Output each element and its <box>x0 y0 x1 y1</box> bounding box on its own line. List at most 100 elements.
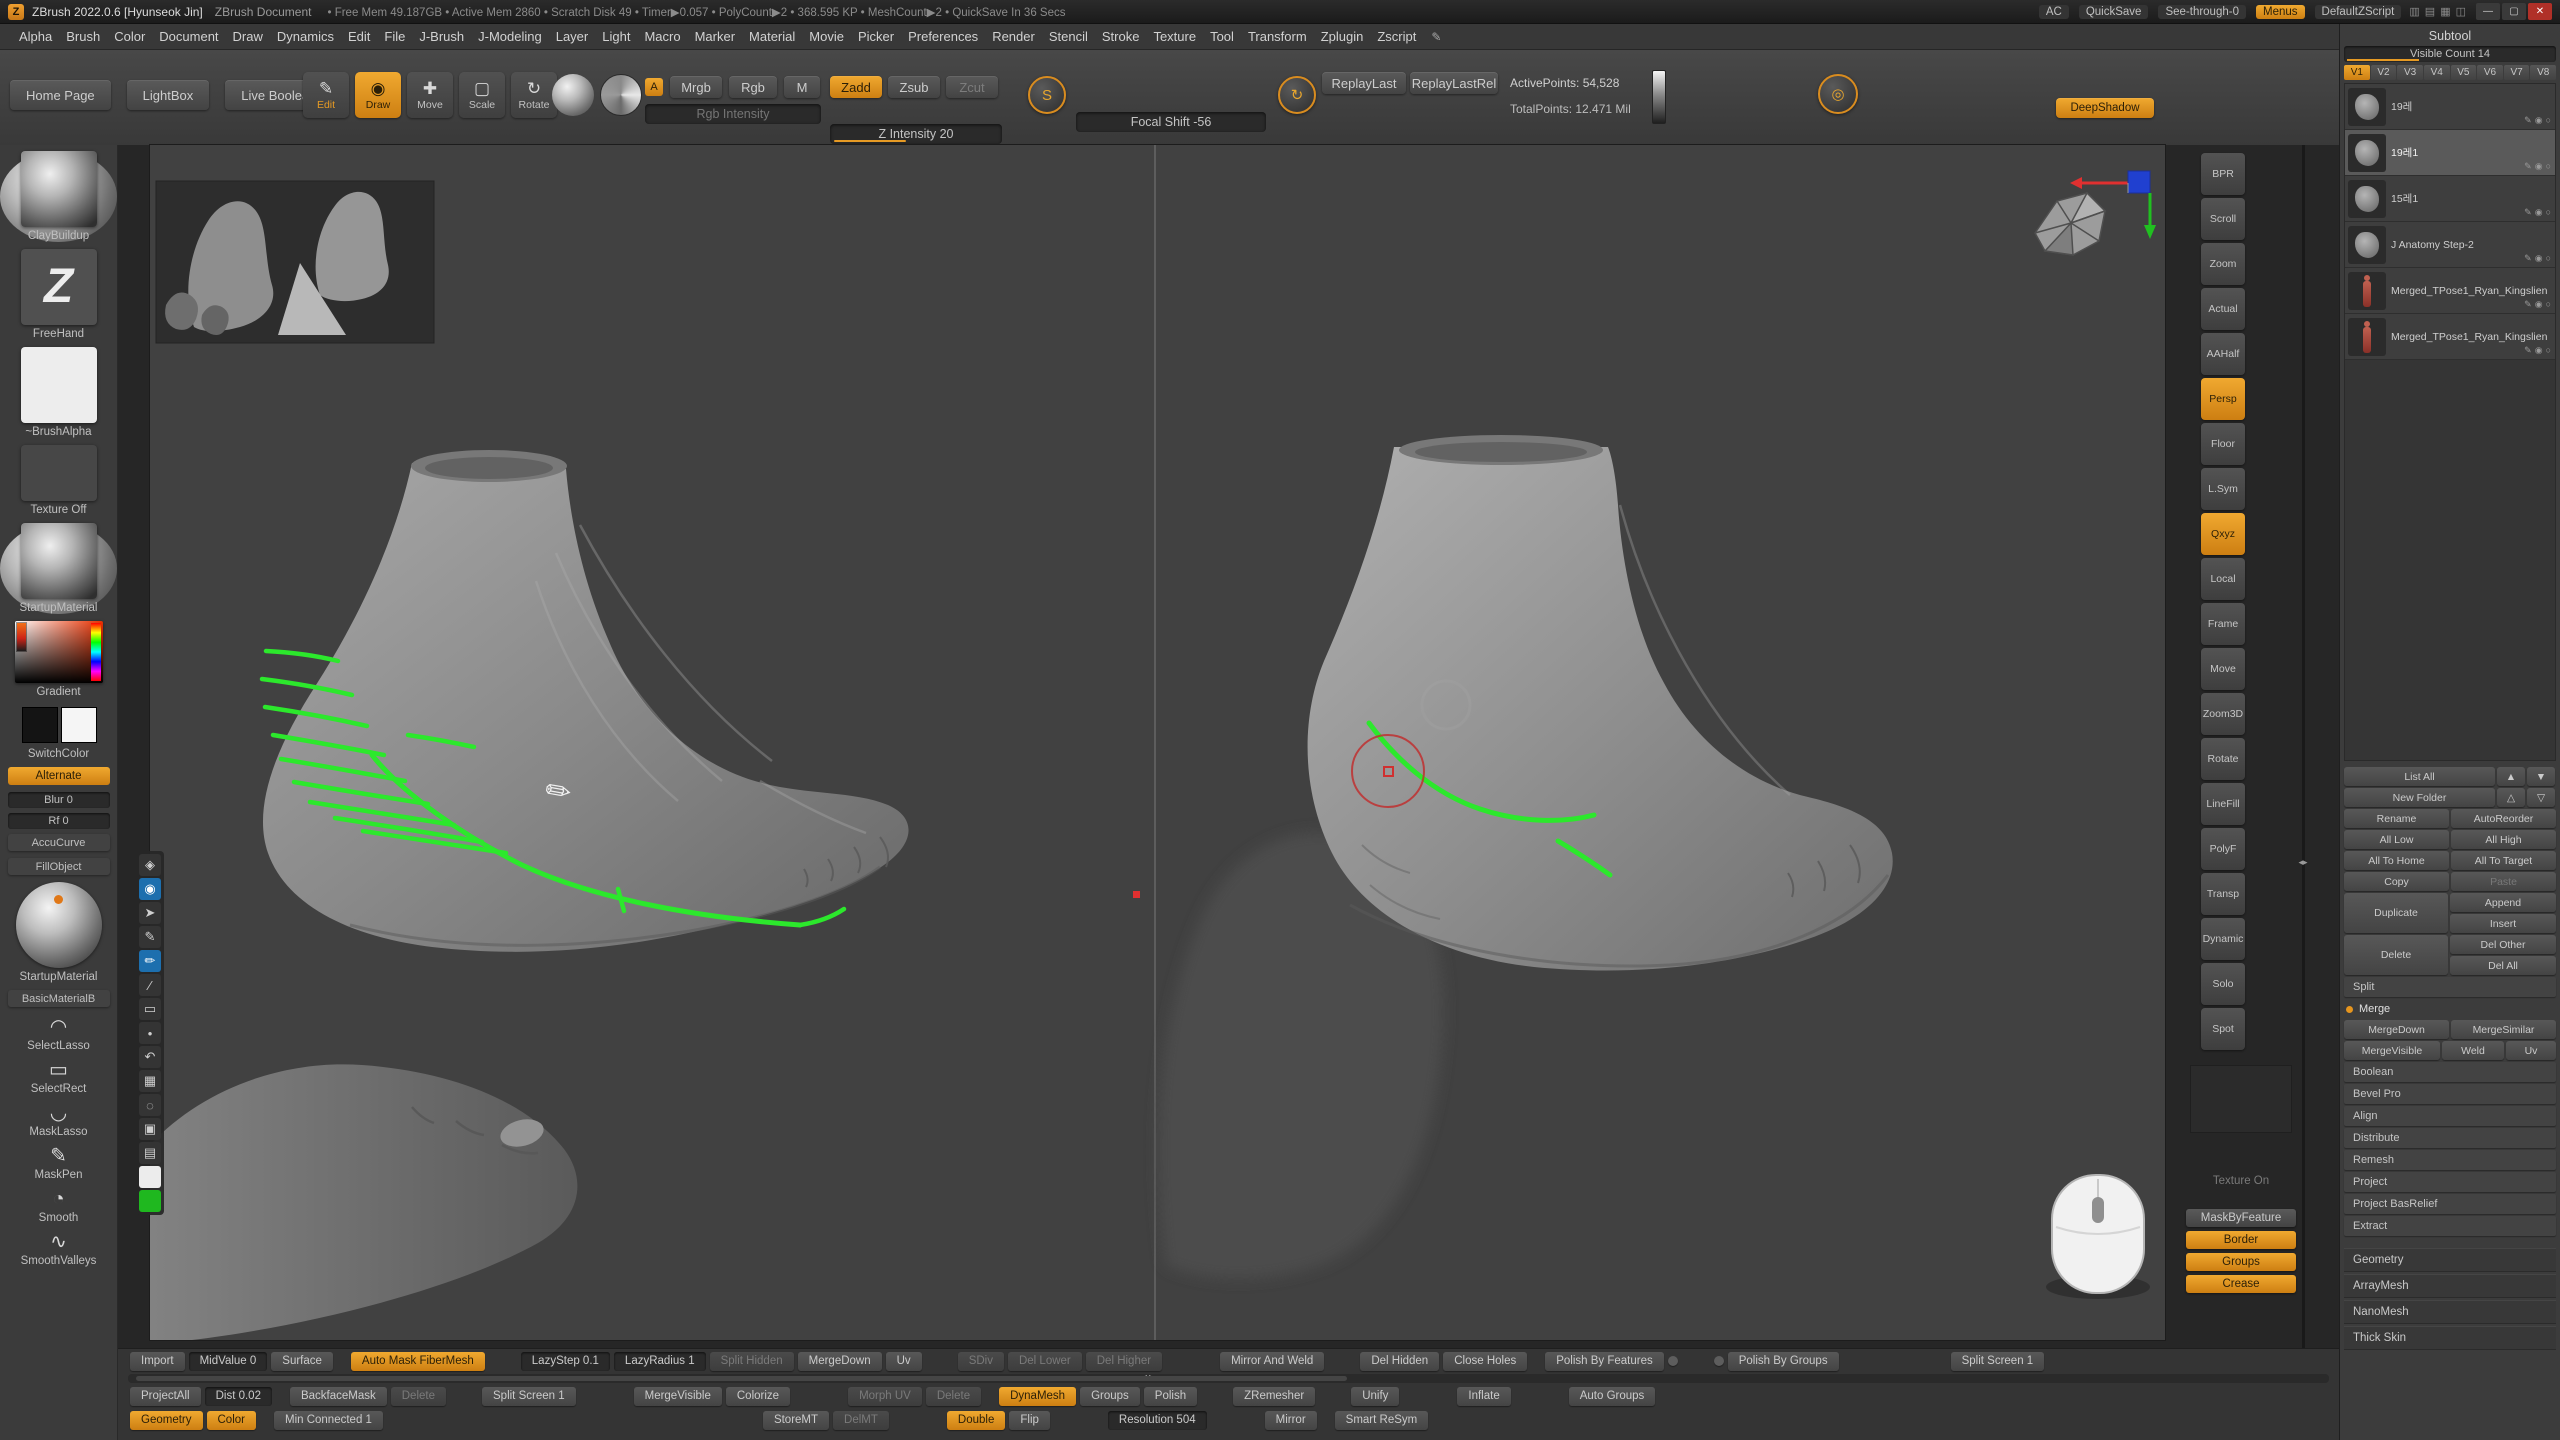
rgb-intensity-slider[interactable]: Rgb Intensity <box>645 104 821 124</box>
del-other-button[interactable]: Del Other <box>2450 935 2556 954</box>
panel-divider[interactable] <box>2302 145 2305 1348</box>
shelf-toggle-button[interactable]: Persp <box>2201 378 2245 420</box>
shelf-toggle-button[interactable]: Qxyz <box>2201 513 2245 555</box>
visibility-icon[interactable]: ◉ <box>2535 115 2543 126</box>
shelf-toggle-button[interactable]: Move <box>2201 648 2245 690</box>
merge-button[interactable]: MergeDown <box>2344 1020 2449 1039</box>
tray-item[interactable]: FillObject <box>0 858 117 875</box>
eye-tool[interactable]: ◉ <box>139 878 161 900</box>
bottom-button[interactable]: ProjectAll <box>130 1387 201 1406</box>
zsub-button[interactable]: Zsub <box>888 76 940 98</box>
merge-button[interactable]: Weld <box>2442 1041 2504 1060</box>
bottom-button[interactable]: Color <box>207 1411 256 1430</box>
menu-item[interactable]: Color <box>107 29 152 44</box>
menu-item[interactable]: Render <box>985 29 1042 44</box>
subtool-row[interactable]: 19레1 ✎ ◉ ○ <box>2345 130 2555 176</box>
tray-item[interactable]: ~BrushAlpha <box>0 347 117 438</box>
bottom-button[interactable]: Import <box>130 1352 185 1371</box>
transform-mode-button[interactable]: ✎ Edit <box>303 72 349 118</box>
subtool-view-tab[interactable]: V1 <box>2344 65 2370 80</box>
focal-shift-slider[interactable]: Focal Shift -56 <box>1076 112 1266 132</box>
tray-item[interactable]: StartupMaterial <box>0 882 117 983</box>
shelf-toggle-button[interactable]: AAHalf <box>2201 333 2245 375</box>
visibility-icon[interactable]: ◉ <box>2535 345 2543 356</box>
subtool-button[interactable]: ▲ <box>2497 767 2525 786</box>
sculpt-viewport[interactable]: ✎ <box>150 145 2165 1340</box>
merge-button[interactable]: Uv <box>2506 1041 2556 1060</box>
titlebar-chip[interactable]: QuickSave <box>2079 5 2149 19</box>
tray-item[interactable]: ◠ SelectLasso <box>0 1014 117 1052</box>
menu-item[interactable]: Draw <box>226 29 270 44</box>
transform-mode-button[interactable]: ✚ Move <box>407 72 453 118</box>
visible-count-slider[interactable]: Visible Count 14 <box>2344 46 2556 62</box>
bottom-button[interactable]: Groups <box>1080 1387 1140 1406</box>
visibility-icon[interactable]: ◉ <box>2535 253 2543 264</box>
polypaint-icon[interactable]: ○ <box>2546 299 2551 310</box>
bottom-button[interactable]: MidValue 0 <box>189 1352 268 1371</box>
subtool-button[interactable]: Rename <box>2344 809 2449 828</box>
shelf-toggle-button[interactable]: Scroll <box>2201 198 2245 240</box>
shelf-toggle-button[interactable]: Zoom <box>2201 243 2245 285</box>
subtool-view-tab[interactable]: V6 <box>2477 65 2503 80</box>
bottom-button[interactable]: Resolution 504 <box>1108 1411 1207 1430</box>
bottom-button[interactable]: SDiv <box>958 1352 1004 1371</box>
palette-header[interactable]: Geometry <box>2344 1248 2556 1272</box>
subtool-button[interactable]: Paste <box>2451 872 2556 891</box>
draw-size-gizmo-icon[interactable]: S <box>1028 76 1066 114</box>
palette-header[interactable]: Thick Skin <box>2344 1326 2556 1350</box>
polypaint-icon[interactable]: ○ <box>2546 115 2551 126</box>
polypaint-icon[interactable]: ○ <box>2546 161 2551 172</box>
palette-header[interactable]: NanoMesh <box>2344 1300 2556 1324</box>
menu-item[interactable]: Light <box>595 29 637 44</box>
shelf-nav-button[interactable]: Home Page <box>10 80 111 110</box>
replay-last-rel-button[interactable]: ReplayLastRel <box>1410 72 1498 94</box>
tool-section-header[interactable]: Project <box>2344 1172 2556 1192</box>
paint-icon[interactable]: ✎ <box>2524 253 2532 264</box>
shelf-toggle-button[interactable]: Local <box>2201 558 2245 600</box>
layout-icon[interactable]: ▥ <box>2409 5 2419 18</box>
bottom-button[interactable]: Dist 0.02 <box>205 1387 272 1406</box>
subtool-button[interactable]: Copy <box>2344 872 2449 891</box>
titlebar-chip[interactable]: See-through-0 <box>2158 5 2246 19</box>
tray-item[interactable]: Alternate <box>0 767 117 785</box>
chat-tool[interactable]: ◌ <box>139 1094 161 1116</box>
menu-item[interactable]: Movie <box>802 29 851 44</box>
subtool-view-tab[interactable]: V4 <box>2424 65 2450 80</box>
bottom-button[interactable]: MergeDown <box>798 1352 882 1371</box>
bottom-button[interactable]: Split Hidden <box>710 1352 794 1371</box>
menu-item[interactable]: Texture <box>1146 29 1203 44</box>
clipboard-tool[interactable]: ▤ <box>139 1142 161 1164</box>
maximize-button[interactable]: ▢ <box>2502 3 2526 20</box>
bottom-button[interactable]: Close Holes <box>1443 1352 1527 1371</box>
menu-item[interactable]: Stencil <box>1042 29 1095 44</box>
subtool-button[interactable]: New Folder <box>2344 788 2495 807</box>
subtool-button[interactable]: All High <box>2451 830 2556 849</box>
bottom-button[interactable]: Polish <box>1144 1387 1197 1406</box>
visibility-icon[interactable]: ◉ <box>2535 207 2543 218</box>
titlebar-chip[interactable]: AC <box>2039 5 2069 19</box>
rgb-button[interactable]: Rgb <box>729 76 777 98</box>
subtool-row[interactable]: Merged_TPose1_Ryan_Kingslien ✎ ◉ ○ <box>2345 314 2555 360</box>
shelf-toggle-button[interactable]: Floor <box>2201 423 2245 465</box>
bottom-button[interactable]: Morph UV <box>848 1387 922 1406</box>
bottom-button[interactable]: Del Lower <box>1008 1352 1082 1371</box>
bottom-button[interactable] <box>1714 1356 1724 1366</box>
divider-arrows-icon[interactable]: ◂▸ <box>2292 857 2314 867</box>
bottom-button[interactable]: Del Hidden <box>1360 1352 1439 1371</box>
subtool-view-tab[interactable]: V7 <box>2504 65 2530 80</box>
bottom-button[interactable]: Delete <box>926 1387 981 1406</box>
tray-item[interactable]: ◔ Smooth <box>0 1186 117 1224</box>
bottom-button[interactable]: BackfaceMask <box>290 1387 387 1406</box>
subtool-view-tab[interactable]: V5 <box>2451 65 2477 80</box>
undo-tool[interactable]: ↶ <box>139 1046 161 1068</box>
bottom-button[interactable]: LazyStep 0.1 <box>521 1352 610 1371</box>
subtool-view-tab[interactable]: V3 <box>2397 65 2423 80</box>
del-all-button[interactable]: Del All <box>2450 956 2556 975</box>
tool-section-header[interactable]: Boolean <box>2344 1062 2556 1082</box>
tray-item[interactable]: ∿ SmoothValleys <box>0 1229 117 1267</box>
tray-item[interactable]: Gradient <box>0 621 117 698</box>
camera-icon[interactable]: ◎ <box>1818 74 1858 114</box>
shelf-toggle-button[interactable]: LineFill <box>2201 783 2245 825</box>
z-intensity-slider[interactable]: Z Intensity 20 <box>830 124 1002 144</box>
menu-item[interactable]: J-Modeling <box>471 29 549 44</box>
